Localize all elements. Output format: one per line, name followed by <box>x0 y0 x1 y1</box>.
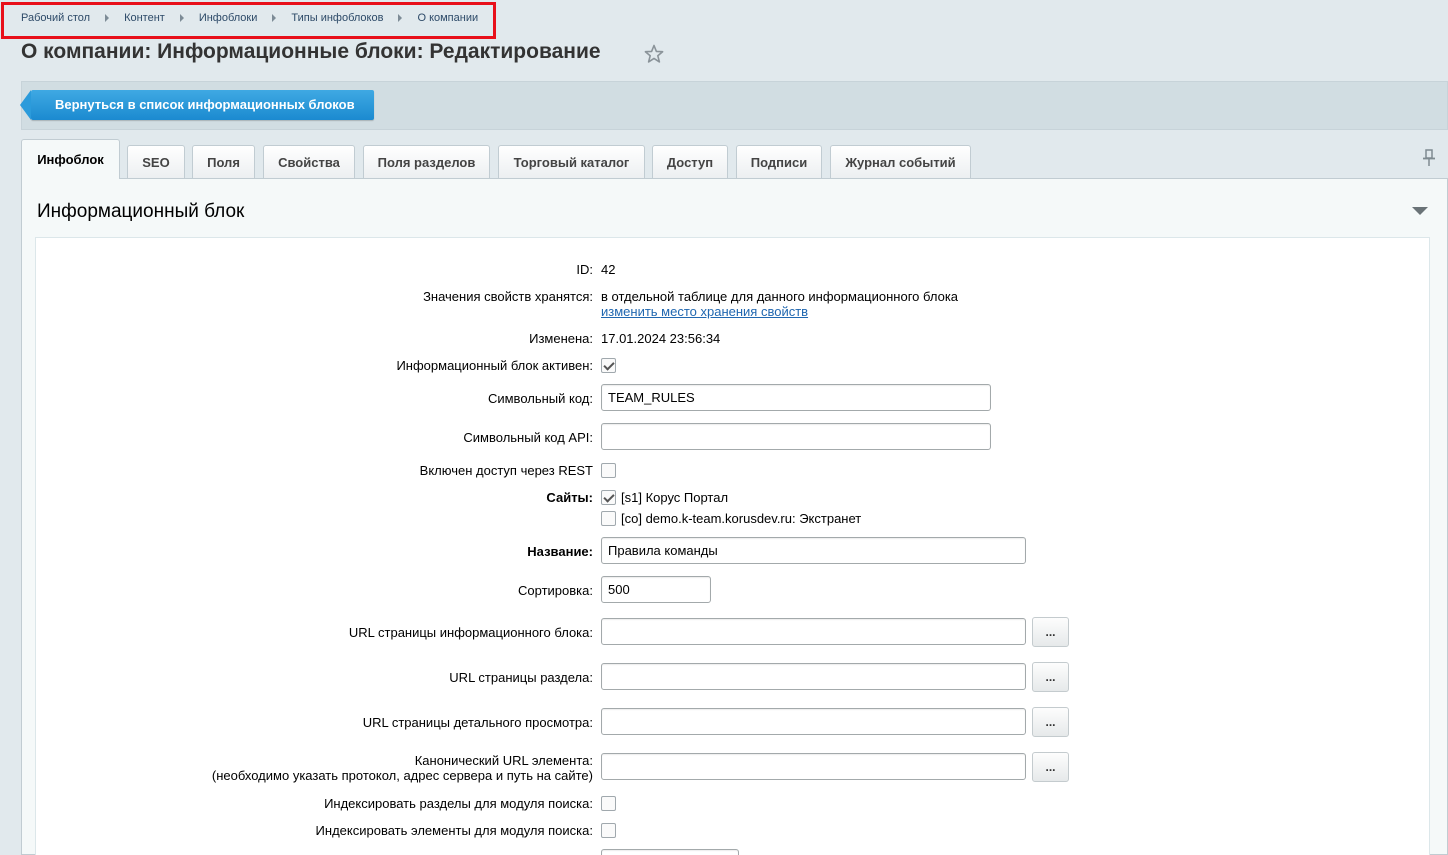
canonical-url-browse-button[interactable]: ... <box>1032 752 1069 782</box>
breadcrumb-item-content[interactable]: Контент <box>124 12 165 24</box>
url-detail-browse-button[interactable]: ... <box>1032 707 1069 737</box>
back-to-list-button[interactable]: Вернуться в список информационных блоков <box>20 90 374 120</box>
sites-label: Сайты: <box>546 490 593 505</box>
modified-label: Изменена: <box>529 331 593 346</box>
active-checkbox[interactable] <box>601 358 616 373</box>
breadcrumb-item-about[interactable]: О компании <box>417 12 478 24</box>
chevron-right-icon <box>272 14 277 22</box>
url-iblock-browse-button[interactable]: ... <box>1032 617 1069 647</box>
page-title: О компании: Информационные блоки: Редакт… <box>21 40 601 63</box>
tab-fields[interactable]: Поля <box>192 145 255 178</box>
site-s1-checkbox[interactable] <box>601 490 616 505</box>
breadcrumb-item-iblocks[interactable]: Инфоблоки <box>199 12 258 24</box>
name-label: Название: <box>527 544 593 559</box>
id-value: 42 <box>601 262 616 277</box>
rest-label: Включен доступ через REST <box>419 463 593 478</box>
tab-trade-catalog[interactable]: Торговый каталог <box>498 145 645 178</box>
toolbar: Вернуться в список информационных блоков <box>20 81 1448 130</box>
storage-label: Значения свойств хранятся: <box>423 289 593 304</box>
tab-section-fields[interactable]: Поля разделов <box>363 145 490 178</box>
breadcrumb-item-desktop[interactable]: Рабочий стол <box>21 12 90 24</box>
chevron-right-icon <box>105 14 110 22</box>
collapse-triangle-icon[interactable] <box>1412 207 1428 215</box>
chevron-right-icon <box>398 14 403 22</box>
index-sections-checkbox[interactable] <box>601 796 616 811</box>
tab-captions[interactable]: Подписи <box>736 145 822 178</box>
next-select[interactable] <box>601 849 739 855</box>
url-detail-input[interactable] <box>601 708 1026 735</box>
rest-checkbox[interactable] <box>601 463 616 478</box>
canonical-hint: (необходимо указать протокол, адрес серв… <box>211 768 593 783</box>
breadcrumb: Рабочий стол Контент Инфоблоки Типы инфо… <box>21 12 478 24</box>
url-iblock-label: URL страницы информационного блока: <box>348 625 593 640</box>
site-co-checkbox[interactable] <box>601 511 616 526</box>
sort-label: Сортировка: <box>518 583 593 598</box>
section-title: Информационный блок <box>37 201 245 222</box>
tab-properties[interactable]: Свойства <box>263 145 355 178</box>
chevron-right-icon <box>179 14 184 22</box>
api-code-input[interactable] <box>601 423 991 450</box>
form-panel: ID: 42 Значения свойств хранятся: в отде… <box>35 237 1430 855</box>
modified-value: 17.01.2024 23:56:34 <box>601 331 721 346</box>
index-elements-checkbox[interactable] <box>601 823 616 838</box>
url-section-browse-button[interactable]: ... <box>1032 662 1069 692</box>
pin-icon[interactable] <box>1422 149 1436 167</box>
active-label: Информационный блок активен: <box>396 358 593 373</box>
tabs: Инфоблок SEO Поля Свойства Поля разделов… <box>21 139 1448 179</box>
url-section-input[interactable] <box>601 663 1026 690</box>
star-icon[interactable] <box>644 44 664 64</box>
tab-access[interactable]: Доступ <box>652 145 728 178</box>
breadcrumb-item-iblock-types[interactable]: Типы инфоблоков <box>291 12 383 24</box>
id-label: ID: <box>576 262 593 277</box>
url-section-label: URL страницы раздела: <box>449 670 593 685</box>
code-input[interactable] <box>601 384 991 411</box>
tab-content: Информационный блок ID: 42 Значения свой… <box>21 178 1448 855</box>
tab-seo[interactable]: SEO <box>127 145 185 178</box>
site-s1-label: [s1] Корус Портал <box>621 490 729 505</box>
url-iblock-input[interactable] <box>601 618 1026 645</box>
url-detail-label: URL страницы детального просмотра: <box>362 715 593 730</box>
sort-input[interactable] <box>601 576 711 603</box>
canonical-label: Канонический URL элемента: <box>414 753 593 768</box>
index-elements-label: Индексировать элементы для модуля поиска… <box>315 823 593 838</box>
code-label: Символьный код: <box>487 391 593 406</box>
storage-value: в отдельной таблице для данного информац… <box>601 289 959 304</box>
canonical-url-input[interactable] <box>601 753 1026 780</box>
change-storage-link[interactable]: изменить место хранения свойств <box>601 304 808 319</box>
tab-iblock[interactable]: Инфоблок <box>21 139 120 179</box>
index-sections-label: Индексировать разделы для модуля поиска: <box>324 796 593 811</box>
tab-event-log[interactable]: Журнал событий <box>830 145 971 178</box>
site-co-label: [co] demo.k-team.korusdev.ru: Экстранет <box>621 511 862 526</box>
name-input[interactable] <box>601 537 1026 564</box>
api-code-label: Символьный код API: <box>463 430 593 445</box>
